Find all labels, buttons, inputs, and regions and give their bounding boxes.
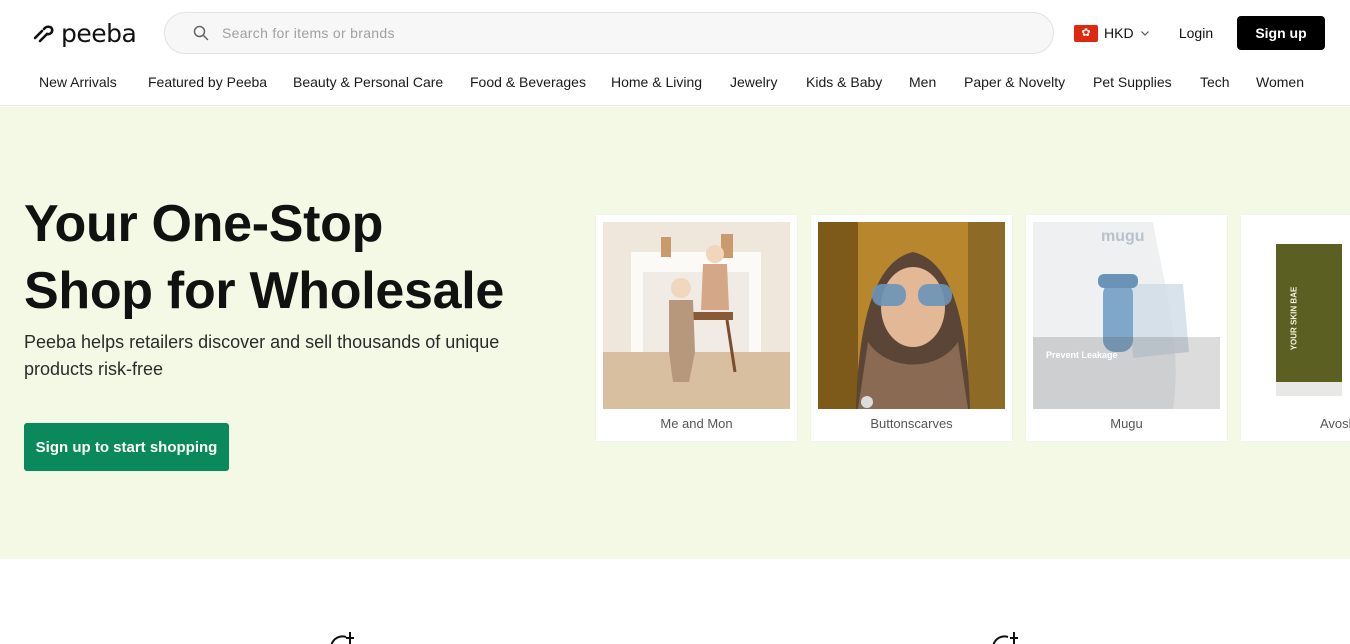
peeba-logo[interactable]: peeba [31,16,137,50]
nav-item-jewelry[interactable]: Jewelry [730,74,777,90]
brand-card-mugu[interactable]: mugu Prevent Leakage Mugu [1026,215,1227,441]
logo-text: peeba [61,18,137,48]
signup-button[interactable]: Sign up [1237,16,1325,50]
nav-item-pet-supplies[interactable]: Pet Supplies [1093,74,1172,90]
brand-image [818,222,1005,409]
search-input[interactable] [222,25,1002,41]
hero-title: Your One-Stop Shop for Wholesale [24,191,584,325]
currency-selector[interactable]: ✿ HKD [1074,22,1150,44]
brand-name: Me and Mon [660,416,733,431]
brand-card-buttonscarves[interactable]: Buttonscarves [811,215,1012,441]
brand-name: Mugu [1110,416,1143,431]
nav-item-beauty-personal-care[interactable]: Beauty & Personal Care [293,74,443,90]
brand-card-avoskin[interactable]: YOUR SKIN BAE Avosl [1241,215,1350,441]
nav-item-women[interactable]: Women [1256,74,1304,90]
brand-name: Buttonscarves [870,416,953,431]
chevron-down-icon [1140,31,1149,36]
nav-item-kids-baby[interactable]: Kids & Baby [806,74,882,90]
nav-item-tech[interactable]: Tech [1200,74,1230,90]
brand-card-me-and-mon[interactable]: Me and Mon [596,215,797,441]
login-link[interactable]: Login [1168,20,1224,46]
mugu-image-logo: mugu [1101,228,1145,245]
value-prop-icon-2 [990,632,1024,644]
hero-subtitle: Peeba helps retailers discover and sell … [24,332,500,379]
currency-code: HKD [1104,25,1134,41]
nav-item-food-beverages[interactable]: Food & Beverages [470,74,586,90]
search-bar[interactable] [164,12,1054,54]
hero-section: Your One-Stop Shop for Wholesale Peeba h… [0,107,1350,559]
brand-image: YOUR SKIN BAE [1248,222,1350,409]
nav-item-home-living[interactable]: Home & Living [611,74,702,90]
signup-to-shop-button[interactable]: Sign up to start shopping [24,423,229,471]
nav-item-featured-by-peeba[interactable]: Featured by Peeba [148,74,267,90]
nav-item-paper-novelty[interactable]: Paper & Novelty [964,74,1065,90]
brand-image [603,222,790,409]
mugu-image-headline: Prevent Leakage [1046,350,1118,360]
hero-title-line-1: Your One-Stop [24,195,384,253]
nav-item-new-arrivals[interactable]: New Arrivals [39,74,117,90]
brand-image: mugu Prevent Leakage [1033,222,1220,409]
hero-title-line-2: Shop for Wholesale [24,262,504,320]
value-prop-icon-1 [328,632,362,644]
nav-item-men[interactable]: Men [909,74,936,90]
search-icon [193,25,209,41]
peeba-logo-icon [33,25,54,43]
category-nav: New Arrivals Featured by Peeba Beauty & … [0,70,1350,96]
site-header: peeba ✿ HKD Login Sign up New Arrivals F… [0,0,1350,106]
hong-kong-flag-icon: ✿ [1074,24,1098,42]
brand-name: Avosl [1320,416,1350,431]
avoskin-package-text: YOUR SKIN BAE [1289,286,1299,351]
